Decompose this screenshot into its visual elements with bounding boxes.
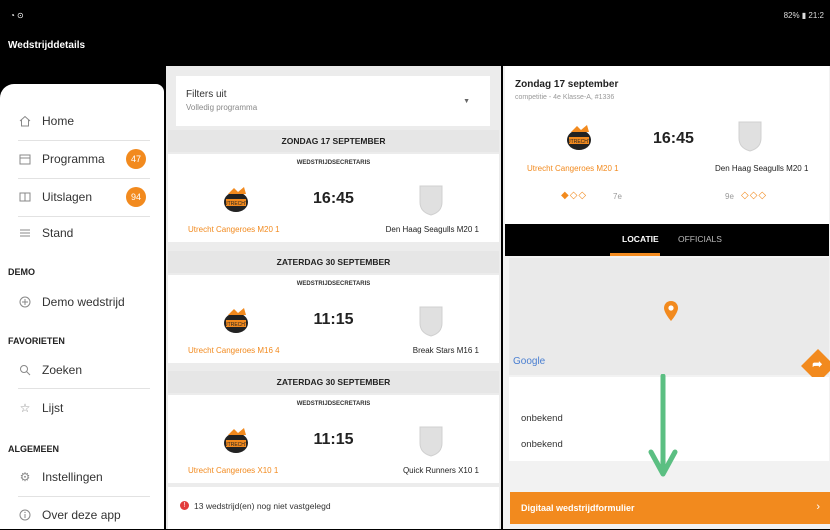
- secretary-label: WEDSTRIJDSECRETARIS: [296, 401, 371, 407]
- active-tab-indicator: [610, 253, 660, 256]
- notice-text: 13 wedstrijd(en) nog niet vastgelegd: [194, 501, 331, 511]
- home-rank: 7e: [613, 192, 622, 201]
- divider: [18, 388, 150, 389]
- calendar-icon: [18, 152, 32, 166]
- detail-away-team: Den Haag Seagulls M20 1: [715, 164, 809, 173]
- location-value: onbekend: [521, 413, 563, 424]
- count-badge: 94: [126, 187, 146, 207]
- match-time: 16:45: [313, 190, 354, 207]
- away-form-rating: ◇◇◇: [741, 190, 768, 201]
- sidebar-item-programma[interactable]: Programma 47: [18, 144, 148, 174]
- sidebar-item-label: Lijst: [42, 401, 64, 415]
- search-icon: [18, 363, 32, 377]
- day-header: ZATERDAG 30 SEPTEMBER: [168, 371, 499, 393]
- app-window: ◔ ⊙ 82% ▮ 21:2 Wedstrijddetails Home Pro…: [0, 0, 830, 529]
- star-icon: ☆: [19, 401, 31, 415]
- secretary-label: WEDSTRIJDSECRETARIS: [296, 281, 371, 287]
- location-map[interactable]: Google ➦: [509, 258, 830, 383]
- alert-icon: !: [180, 501, 189, 510]
- section-heading-demo: DEMO: [8, 267, 35, 277]
- secretary-label: WEDSTRIJDSECRETARIS: [296, 160, 371, 166]
- team-logo: UTRECHT: [563, 122, 595, 152]
- sidebar-item-label: Over deze app: [42, 508, 121, 522]
- away-team: Den Haag Seagulls M20 1: [385, 225, 479, 234]
- status-bar: ◔ ⊙ 82% ▮ 21:2: [0, 0, 830, 28]
- match-time: 11:15: [313, 431, 354, 448]
- sidebar-item-demo-wedstrijd[interactable]: Demo wedstrijd: [18, 287, 148, 317]
- filter-dropdown[interactable]: Filters uit Volledig programma ▼: [176, 76, 490, 126]
- team-shield-icon: [418, 425, 444, 457]
- divider: [18, 216, 150, 217]
- google-logo: Google: [513, 356, 546, 367]
- home-icon: [18, 114, 32, 128]
- away-team: Quick Runners X10 1: [402, 466, 479, 475]
- divider: [18, 140, 150, 141]
- detail-date: Zondag 17 september: [515, 79, 619, 90]
- page-title: Wedstrijddetails: [8, 40, 86, 51]
- team-shield-icon: [418, 184, 444, 216]
- filter-subtitle: Volledig programma: [186, 103, 258, 112]
- sidebar-item-lijst[interactable]: ☆ Lijst: [18, 393, 148, 423]
- scoreboard-icon: [18, 190, 32, 204]
- away-rank: 9e: [725, 192, 734, 201]
- digital-form-label: Digitaal wedstrijdformulier: [521, 503, 635, 513]
- match-detail: Zondag 17 september competitie - 4e Klas…: [505, 66, 829, 224]
- sidebar-item-label: Stand: [42, 226, 74, 240]
- home-team: Utrecht Cangeroes M16 4: [188, 346, 280, 355]
- match-list: Filters uit Volledig programma ▼ ZONDAG …: [166, 66, 501, 529]
- detail-tabs: LOCATIE OFFICIALS: [505, 224, 829, 256]
- detail-competition: competitie - 4e Klasse-A, #1336: [515, 94, 615, 101]
- sidebar-item-instellingen[interactable]: ⚙ Instellingen: [18, 462, 148, 492]
- detail-home-team: Utrecht Cangeroes M20 1: [527, 164, 619, 173]
- home-team: Utrecht Cangeroes X10 1: [188, 466, 279, 475]
- section-heading-algemeen: ALGEMEEN: [8, 444, 60, 454]
- home-team: Utrecht Cangeroes M20 1: [188, 225, 280, 234]
- status-icons: ◔ ⊙: [10, 11, 24, 20]
- location-value: onbekend: [521, 439, 563, 450]
- match-card[interactable]: WEDSTRIJDSECRETARIS UTRECHT 11:15 Utrech…: [168, 275, 499, 363]
- annotation-arrow-icon: [648, 374, 678, 477]
- away-team: Break Stars M16 1: [412, 346, 479, 355]
- sidebar-item-zoeken[interactable]: Zoeken: [18, 355, 148, 385]
- filter-title: Filters uit: [186, 89, 227, 100]
- sidebar-item-label: Zoeken: [42, 363, 83, 377]
- sidebar-item-label: Demo wedstrijd: [42, 295, 125, 309]
- digital-form-button[interactable]: Digitaal wedstrijdformulier ›: [510, 492, 830, 524]
- sidebar-item-over-deze-app[interactable]: Over deze app: [18, 500, 148, 530]
- sidebar-item-label: Home: [42, 114, 75, 128]
- day-header: ZONDAG 17 SEPTEMBER: [168, 130, 499, 152]
- info-icon: [18, 508, 32, 522]
- chevron-right-icon: ›: [816, 501, 820, 513]
- match-card[interactable]: WEDSTRIJDSECRETARIS UTRECHT 11:15 Utrech…: [168, 395, 499, 483]
- match-card[interactable]: WEDSTRIJDSECRETARIS UTRECHT 16:45 Utrech…: [168, 154, 499, 242]
- battery-clock: 82% ▮ 21:2: [783, 11, 824, 20]
- sidebar: Home Programma 47 Uitslagen 94 Stand DEM…: [0, 84, 164, 529]
- caret-down-icon: ▼: [463, 98, 470, 105]
- detail-time: 16:45: [653, 130, 694, 147]
- divider: [18, 496, 150, 497]
- tab-officials[interactable]: OFFICIALS: [678, 234, 722, 244]
- gear-icon: ⚙: [19, 470, 31, 484]
- tab-locatie[interactable]: LOCATIE: [622, 234, 659, 244]
- sidebar-item-uitslagen[interactable]: Uitslagen 94: [18, 182, 148, 212]
- sidebar-item-home[interactable]: Home: [18, 106, 148, 136]
- sidebar-item-stand[interactable]: Stand: [18, 218, 148, 248]
- logo-text: UTRECHT: [567, 139, 591, 145]
- unscheduled-notice[interactable]: ! 13 wedstrijd(en) nog niet vastgelegd: [168, 487, 499, 529]
- day-header: ZATERDAG 30 SEPTEMBER: [168, 251, 499, 273]
- sidebar-item-label: Uitslagen: [42, 190, 93, 204]
- plus-circle-icon: [18, 295, 32, 309]
- list-icon: [18, 226, 32, 240]
- match-time: 11:15: [313, 311, 354, 328]
- home-form-rating: ◆◇◇: [561, 190, 588, 201]
- directions-icon: ➦: [812, 356, 823, 371]
- sidebar-item-label: Programma: [42, 152, 105, 166]
- count-badge: 47: [126, 149, 146, 169]
- map-pin-icon: [664, 301, 678, 321]
- team-shield-icon: [418, 305, 444, 337]
- sidebar-item-label: Instellingen: [42, 470, 103, 484]
- divider: [18, 178, 150, 179]
- team-shield-icon: [737, 120, 763, 152]
- section-heading-favorieten: FAVORIETEN: [8, 336, 65, 346]
